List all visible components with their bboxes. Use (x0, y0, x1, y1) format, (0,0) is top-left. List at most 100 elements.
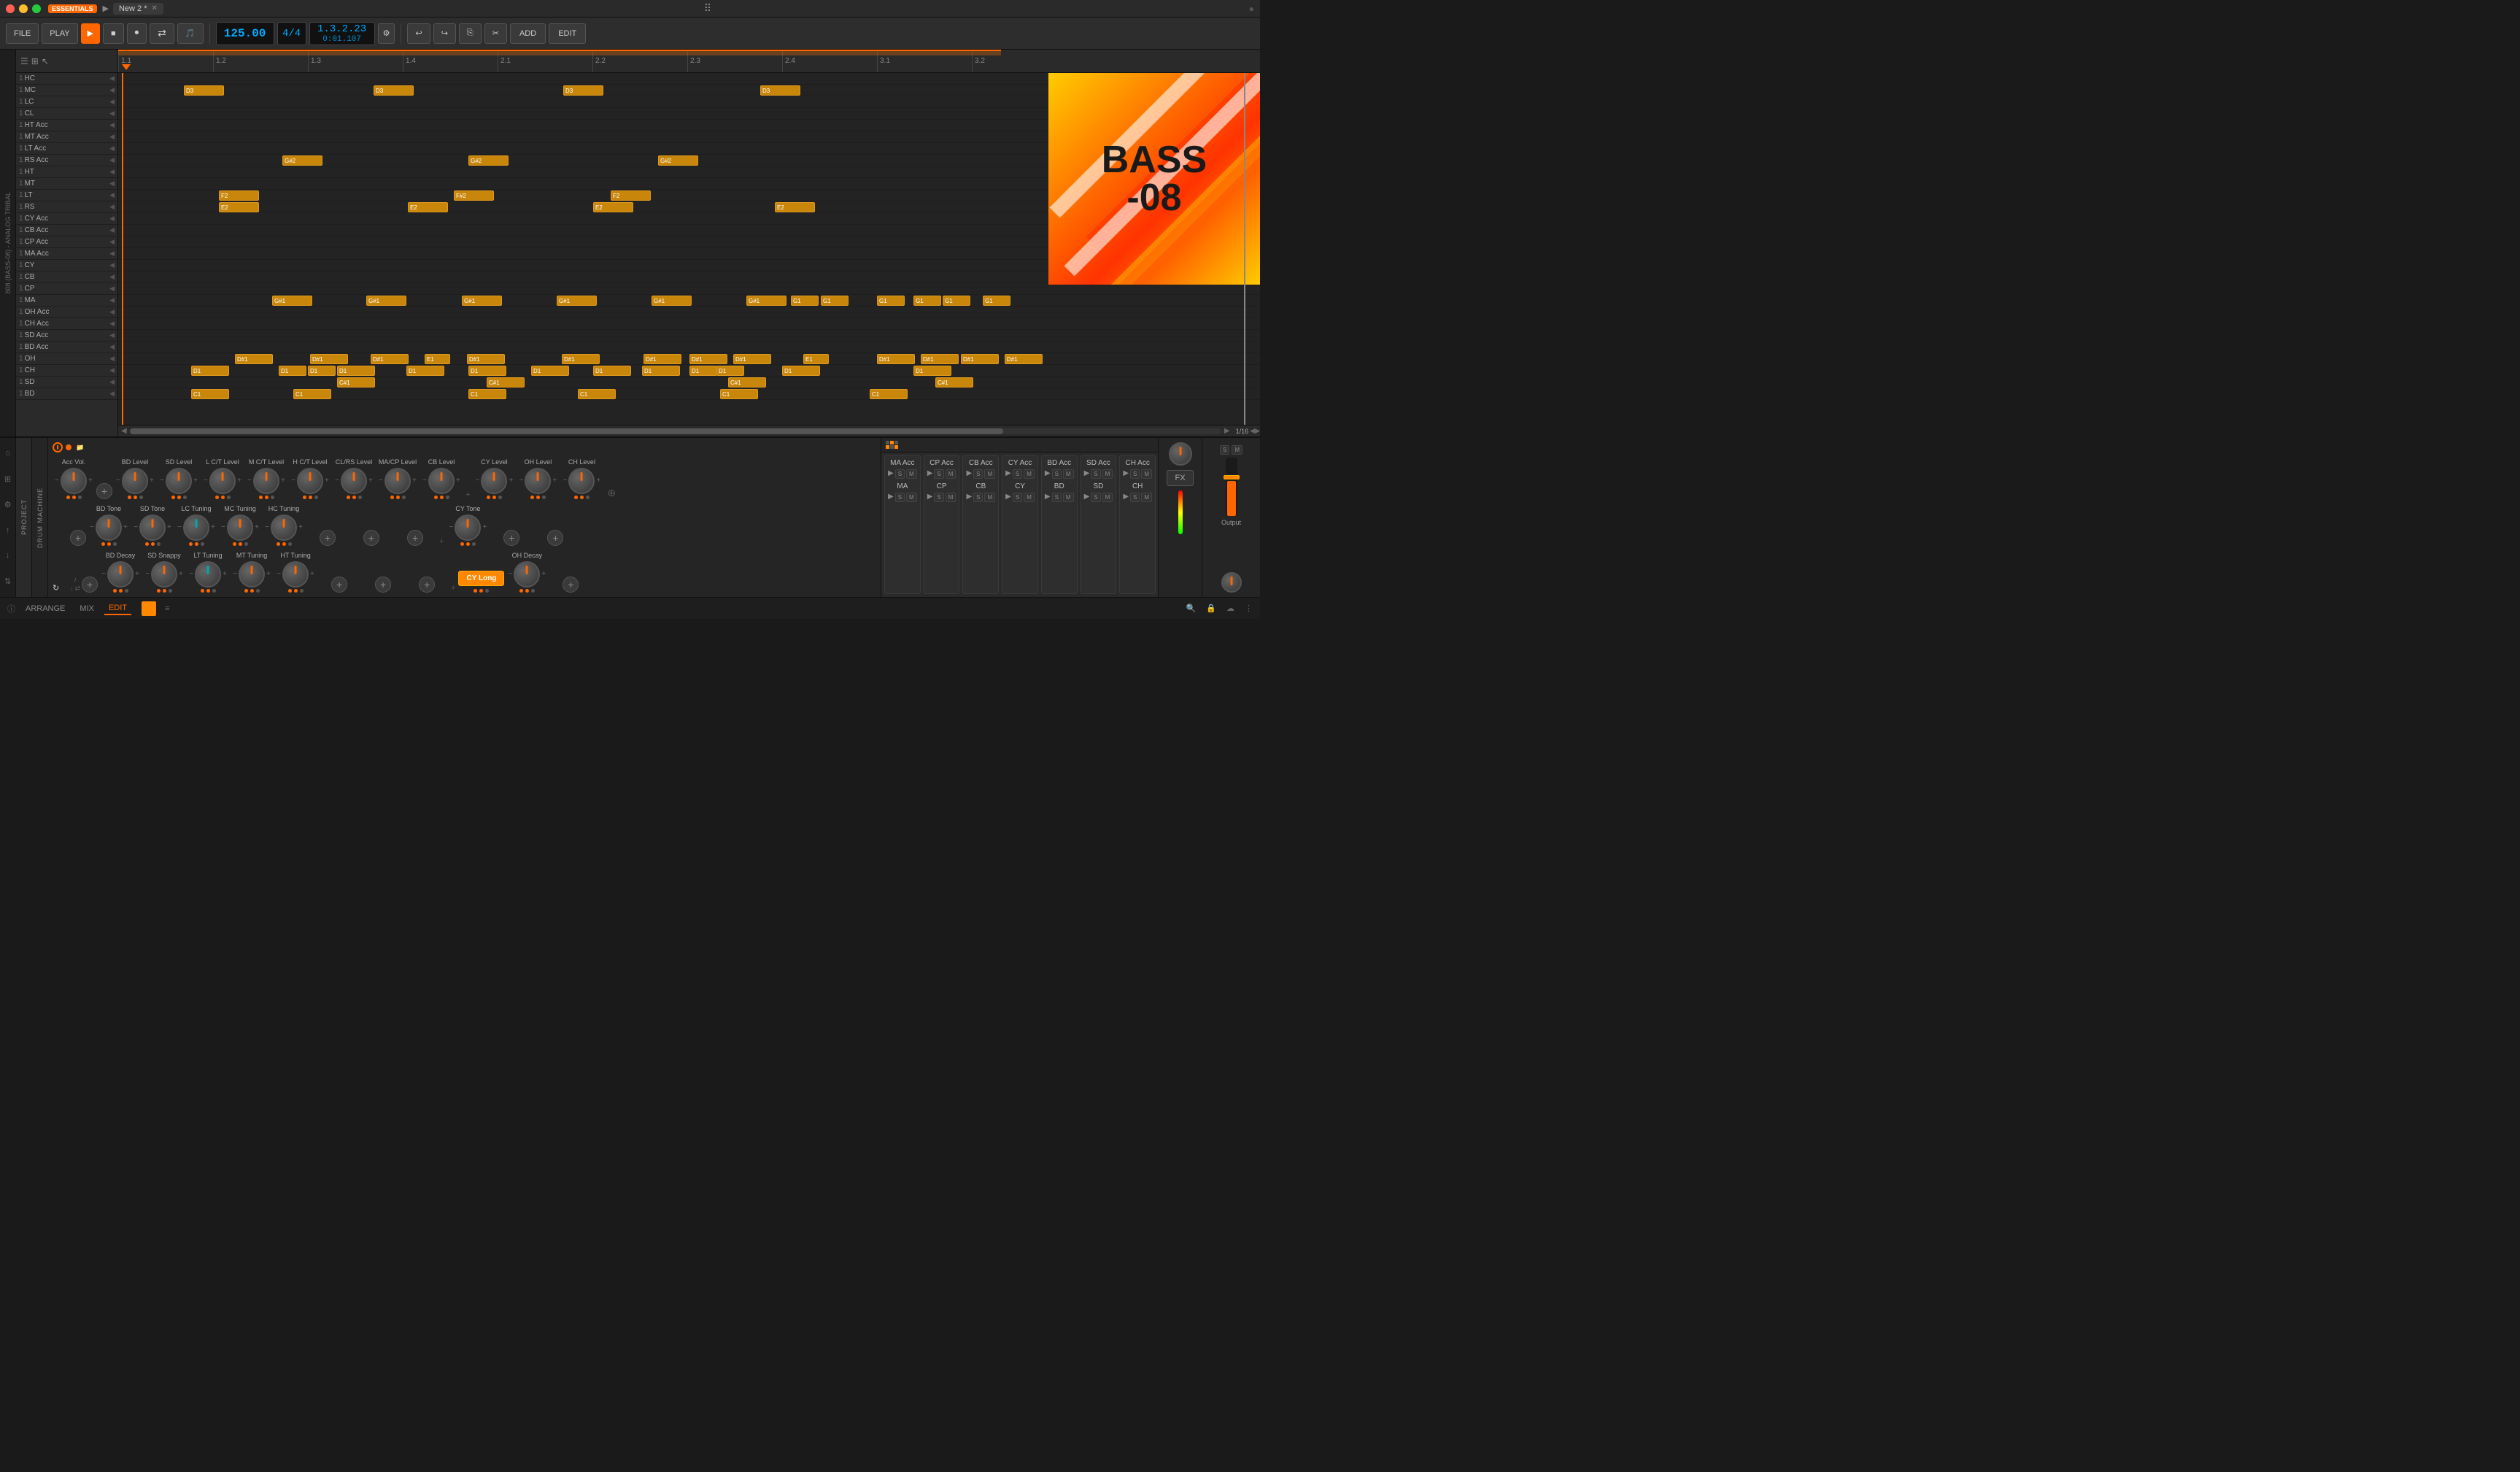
cbacc-s2-btn[interactable]: S (973, 493, 983, 502)
cy-long-button[interactable]: CY Long (458, 571, 504, 586)
pattern-block-gs2-3[interactable]: G#2 (658, 155, 698, 166)
output-s-btn[interactable]: S (1220, 445, 1229, 455)
dm-folder-icon[interactable]: 📁 (76, 444, 84, 452)
pattern-block-ds1-oh4[interactable]: D#1 (467, 354, 505, 364)
add-track-btn3[interactable]: + (82, 577, 98, 593)
lock-icon[interactable]: 🔒 (1206, 604, 1216, 613)
cpacc-s2-btn[interactable]: S (934, 493, 943, 502)
pattern-block-d1-7[interactable]: D1 (531, 366, 569, 376)
pattern-block-f2[interactable]: F2 (219, 190, 259, 201)
scroll-thumb[interactable] (130, 428, 1003, 434)
dm-icon-arrow-down[interactable]: ↓ (6, 551, 10, 560)
pattern-block-ds1-oh3[interactable]: D#1 (371, 354, 409, 364)
acc-vol-minus[interactable]: − (55, 477, 59, 485)
bdacc-s-btn[interactable]: S (1052, 469, 1062, 479)
track-lane-oh[interactable]: D#1 D#1 D#1 E1 D#1 D#1 D#1 D#1 D#1 E1 D#… (118, 353, 1260, 365)
macp-level-knob[interactable] (384, 468, 411, 494)
pattern-block-gs1-1[interactable]: G#1 (272, 296, 312, 306)
quantize-left-arrow[interactable]: ◀ (1250, 427, 1255, 435)
cbacc-s-btn[interactable]: S (973, 469, 983, 479)
lc-tuning-minus[interactable]: − (177, 524, 182, 531)
cpacc-s-btn[interactable]: S (934, 469, 943, 479)
paste-button[interactable]: ✂ (484, 23, 507, 44)
quantize-right-arrow[interactable]: ▶ (1255, 427, 1260, 435)
chacc-s-btn[interactable]: S (1130, 469, 1140, 479)
cyacc-play[interactable]: ▶ (1005, 469, 1011, 479)
lct-level-plus[interactable]: + (237, 477, 241, 485)
cb-level-plus[interactable]: + (456, 477, 460, 485)
pattern-block-ds1-oh1[interactable]: D#1 (235, 354, 273, 364)
mct-level-plus[interactable]: + (281, 477, 285, 485)
grid-view-icon[interactable]: ⊞ (31, 56, 39, 66)
acc-vol-knob[interactable] (61, 468, 87, 494)
mt-tuning-knob[interactable] (239, 561, 265, 587)
maacc-s-btn[interactable]: S (895, 469, 905, 479)
dm-add-mid[interactable]: + (464, 490, 471, 499)
dm-icon-grid[interactable]: ⊞ (4, 474, 11, 484)
maacc-m-btn[interactable]: M (906, 469, 917, 479)
pattern-block-gs1-3[interactable]: G#1 (462, 296, 502, 306)
pattern-block-ds1-oh12[interactable]: D#1 (1005, 354, 1043, 364)
cy-level-knob[interactable] (481, 468, 507, 494)
sd-level-minus[interactable]: − (160, 477, 164, 485)
pattern-block-ds1-oh8[interactable]: D#1 (733, 354, 771, 364)
hc-tuning-knob[interactable] (271, 515, 297, 541)
pattern-block-gs2-1[interactable]: G#2 (282, 155, 322, 166)
pattern-block-ds1-oh9[interactable]: D#1 (877, 354, 915, 364)
add-ins-btn5[interactable]: + (547, 530, 563, 546)
dm-speaker-icon[interactable]: ♪ (74, 576, 77, 583)
clrs-level-knob[interactable] (341, 468, 367, 494)
track-lane-cp[interactable] (118, 283, 1260, 295)
dm-add-mid2[interactable]: + (438, 537, 445, 546)
tab-close-icon[interactable]: ✕ (152, 4, 158, 12)
sdacc-play[interactable]: ▶ (1084, 469, 1090, 479)
pattern-block-ds1-oh6[interactable]: D#1 (643, 354, 681, 364)
add-button[interactable]: ADD (510, 23, 546, 44)
ht-tuning-minus[interactable]: − (277, 571, 281, 578)
sd-tone-knob[interactable] (139, 515, 166, 541)
pattern-block-d3-4[interactable]: D3 (760, 85, 800, 96)
minimize-button[interactable] (19, 4, 28, 13)
hc-tuning-minus[interactable]: − (265, 524, 269, 531)
cb-level-knob[interactable] (428, 468, 455, 494)
undo-button[interactable]: ↩ (407, 23, 430, 44)
add-track-btn2[interactable]: + (70, 530, 86, 546)
redo-button[interactable]: ↪ (433, 23, 456, 44)
sdacc-s-btn[interactable]: S (1091, 469, 1100, 479)
power-button[interactable] (53, 442, 63, 452)
pattern-block-g1-6[interactable]: G1 (983, 296, 1010, 306)
sd-snappy-knob[interactable] (151, 561, 177, 587)
pattern-block-ds1-oh7[interactable]: D#1 (689, 354, 727, 364)
ch-level-minus[interactable]: − (563, 477, 568, 485)
mt-tuning-plus[interactable]: + (266, 571, 271, 578)
pattern-block-d1-11[interactable]: D1 (716, 366, 744, 376)
dm-row3-arrow[interactable]: ↻ (53, 583, 69, 593)
dm-row3-sync[interactable]: ⇄ (75, 585, 81, 593)
add-ins-btn3[interactable]: + (407, 530, 423, 546)
play-button[interactable]: ▶ (81, 23, 100, 44)
pattern-block-gs1-5[interactable]: G#1 (652, 296, 692, 306)
cyacc-s-btn[interactable]: S (1013, 469, 1022, 479)
mct-level-knob[interactable] (253, 468, 279, 494)
dm-add-mid3[interactable]: + (449, 584, 457, 593)
bdacc-s2-btn[interactable]: S (1052, 493, 1062, 502)
track-lane-chacc[interactable] (118, 318, 1260, 330)
clrs-level-minus[interactable]: − (335, 477, 339, 485)
maacc-play[interactable]: ▶ (888, 469, 894, 479)
output-fader[interactable] (1226, 458, 1237, 516)
chacc-play[interactable]: ▶ (1123, 469, 1129, 479)
cyacc-s2-btn[interactable]: S (1013, 493, 1022, 502)
track-lane-bdacc[interactable] (118, 342, 1260, 353)
bd-level-minus[interactable]: − (116, 477, 120, 485)
cyacc-m2-btn[interactable]: M (1024, 493, 1035, 502)
position-display[interactable]: 1.3.2.23 0:01.107 (309, 22, 375, 45)
ch-level-knob[interactable] (568, 468, 595, 494)
lct-level-knob[interactable] (209, 468, 236, 494)
chacc-s2-btn[interactable]: S (1130, 493, 1140, 502)
hct-level-minus[interactable]: − (291, 477, 295, 485)
clrs-level-plus[interactable]: + (368, 477, 373, 485)
chacc-m2-btn[interactable]: M (1141, 493, 1152, 502)
pattern-block-c1-4[interactable]: C1 (578, 389, 616, 399)
pattern-block-d1-6[interactable]: D1 (468, 366, 506, 376)
track-lane-ch[interactable]: D1 D1 D1 D1 D1 D1 D1 D1 D1 D1 D1 D1 D1 (118, 365, 1260, 377)
